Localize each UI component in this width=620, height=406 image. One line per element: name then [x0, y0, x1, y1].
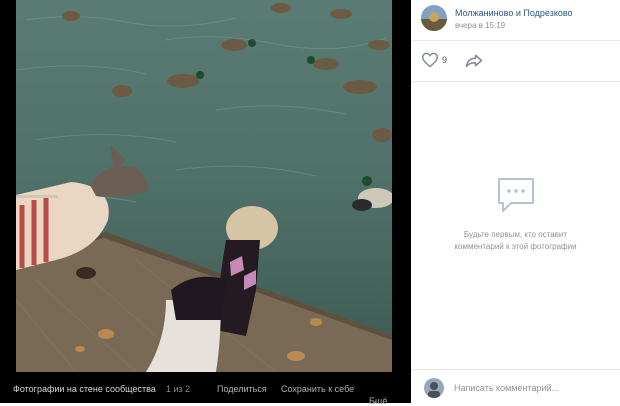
photo-viewer: Фотографии на стене сообщества 1 из 2 По… — [0, 0, 620, 406]
empty-comments-text: Будьте первым, кто оставит комментарий к… — [411, 229, 620, 253]
photo-image — [16, 0, 392, 372]
save-button[interactable]: Сохранить к себе — [281, 384, 354, 394]
post-actions: 9 — [411, 41, 620, 82]
empty-comments-line1: Будьте первым, кто оставит — [463, 230, 568, 239]
empty-comments: Будьте первым, кто оставит комментарий к… — [411, 175, 620, 253]
like-count: 9 — [442, 55, 448, 65]
photo[interactable] — [16, 0, 392, 372]
user-avatar[interactable] — [424, 378, 444, 398]
heart-icon[interactable] — [421, 52, 439, 68]
group-avatar[interactable] — [421, 5, 447, 31]
photo-bottom-bar: Фотографии на стене сообщества 1 из 2 По… — [0, 372, 411, 406]
comment-input[interactable] — [454, 380, 604, 396]
post-header: Молжаниново и Подрезково вчера в 15:19 — [411, 0, 620, 41]
share-arrow-icon[interactable] — [465, 53, 483, 68]
comment-composer — [411, 369, 620, 404]
speech-bubble-icon — [497, 178, 534, 212]
group-name-link[interactable]: Молжаниново и Подрезково — [455, 8, 573, 18]
album-title-link[interactable]: Фотографии на стене сообщества — [13, 384, 156, 394]
empty-comments-line2: комментарий к этой фотографии — [454, 242, 577, 251]
chevron-down-icon: ⌄ — [371, 396, 378, 405]
photo-counter: 1 из 2 — [166, 384, 191, 394]
comments-panel: Молжаниново и Подрезково вчера в 15:19 9… — [411, 0, 620, 404]
post-time[interactable]: вчера в 15:19 — [455, 21, 505, 30]
share-button[interactable]: Поделиться — [217, 384, 267, 394]
photo-area: Фотографии на стене сообщества 1 из 2 По… — [0, 0, 411, 406]
